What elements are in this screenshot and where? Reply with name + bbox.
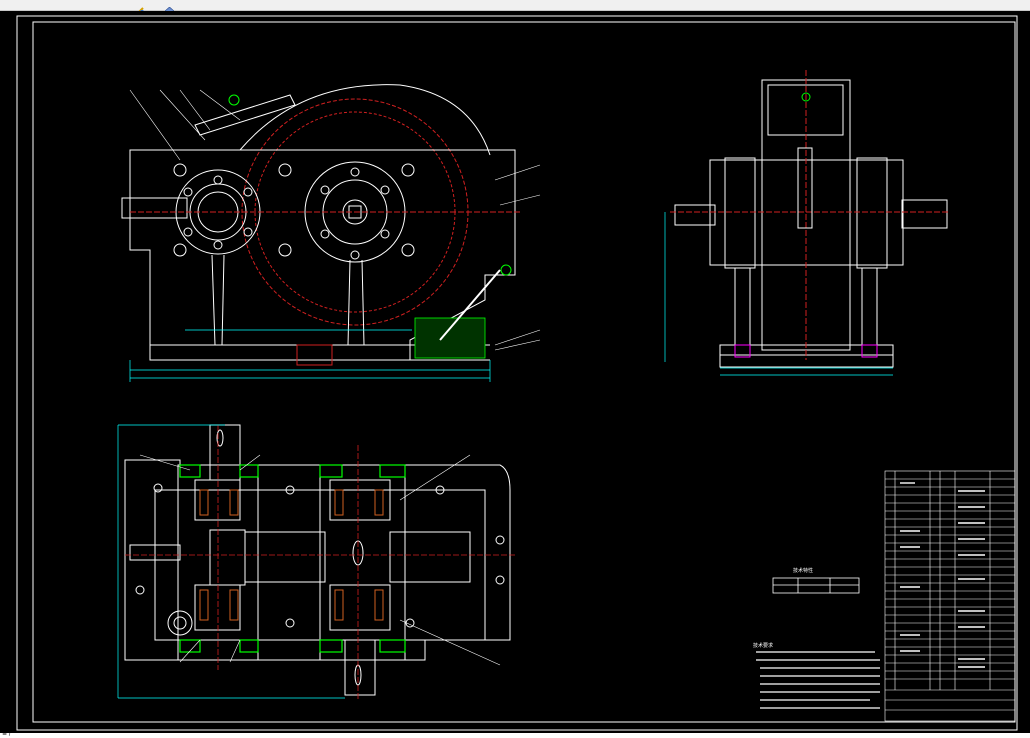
side-view [664,70,950,376]
tech-requirements: 技术要求 [753,642,880,709]
status-bar: ≡ / [0,730,1030,738]
cad-drawing: 技术特性 技术要求 [16,15,1018,731]
sheet-border-outer [16,15,1018,731]
front-view [121,84,541,382]
draw-tool-icon[interactable] [136,0,145,15]
tech-requirements-title: 技术要求 [753,642,773,649]
drawing-canvas[interactable]: 技术特性 技术要求 [0,11,1030,733]
status-text: ≡ / [2,730,11,737]
tech-characteristics-table: 技术特性 [772,567,860,594]
tech-characteristics-title: 技术特性 [793,567,813,574]
layer-icon[interactable] [164,0,175,16]
toolbar [0,0,1030,16]
parts-list [884,470,1016,722]
plan-view [117,424,515,700]
